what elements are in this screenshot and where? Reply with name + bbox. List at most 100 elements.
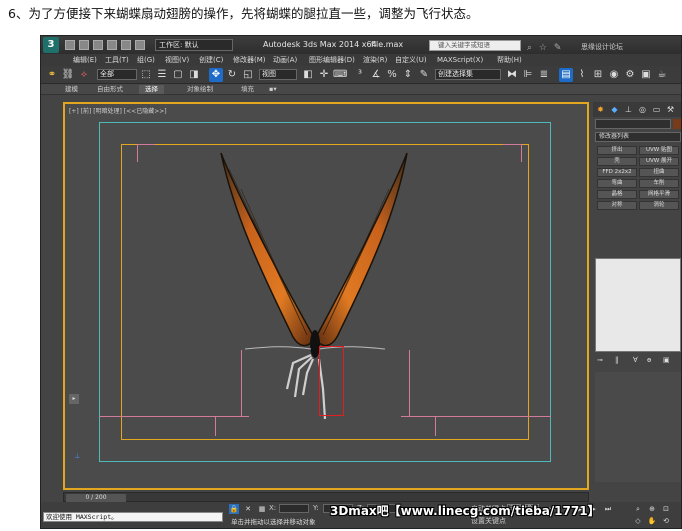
app-logo-icon[interactable]: 3 <box>43 37 59 53</box>
modifier-button[interactable]: 对称 <box>597 201 637 210</box>
manipulate-icon[interactable]: ✛ <box>317 68 331 82</box>
menu-modifiers[interactable]: 修改器(M) <box>233 54 266 66</box>
object-name-field[interactable] <box>595 119 671 129</box>
menu-group[interactable]: 组(G) <box>137 54 155 66</box>
select-move-icon[interactable]: ✥ <box>209 68 223 82</box>
ribbon-options-icon[interactable]: ▪▾ <box>263 85 283 94</box>
tab-modeling[interactable]: 建模 <box>59 85 84 94</box>
edit-named-sel-icon[interactable]: ✎ <box>417 68 431 82</box>
viewport-label[interactable]: [+] [前] [明暗处理] [<<已隐藏>>] <box>69 106 167 115</box>
modifier-button[interactable]: 挤出 <box>597 146 637 155</box>
orbit-icon[interactable]: ⟲ <box>661 516 671 526</box>
modifier-button[interactable]: 涡轮 <box>639 201 679 210</box>
snaps-toggle-icon[interactable]: ³ <box>353 68 367 82</box>
go-to-end-icon[interactable]: ⏭ <box>603 504 613 514</box>
project-folder-icon[interactable] <box>135 40 145 50</box>
select-by-name-icon[interactable]: ☰ <box>155 68 169 82</box>
lock-selection-icon[interactable]: 🔒 <box>229 504 239 514</box>
select-scale-icon[interactable]: ◱ <box>241 68 255 82</box>
pan-icon[interactable]: ✋ <box>647 516 657 526</box>
motion-tab-icon[interactable]: ◎ <box>637 104 648 115</box>
workspace-select[interactable]: 工作区: 默认 <box>155 39 233 51</box>
rendered-frame-icon[interactable]: ▣ <box>639 68 653 82</box>
isolate-icon[interactable]: ✕ <box>243 504 253 514</box>
rect-selection-icon[interactable]: ▢ <box>171 68 185 82</box>
layer-manager-icon[interactable]: ≣ <box>537 68 551 82</box>
ribbon-toggle-icon[interactable]: ▤ <box>559 68 573 82</box>
tab-populate[interactable]: 填充 <box>235 85 260 94</box>
mirror-icon[interactable]: ⧓ <box>505 68 519 82</box>
save-file-icon[interactable] <box>93 40 103 50</box>
keyboard-shortcut-icon[interactable]: ⌨ <box>333 68 347 82</box>
modifier-stack-view[interactable] <box>595 258 681 352</box>
menu-rendering[interactable]: 渲染(R) <box>363 54 387 66</box>
bind-spacewarp-icon[interactable]: ⟡ <box>77 68 91 82</box>
modifier-button[interactable]: UVW 展开 <box>639 157 679 166</box>
modifier-button[interactable]: 车削 <box>639 179 679 188</box>
window-crossing-icon[interactable]: ◨ <box>187 68 201 82</box>
maxscript-listener[interactable]: 欢迎使用 MAXScript。 <box>43 512 223 522</box>
menu-graph-editors[interactable]: 图形编辑器(D) <box>309 54 355 66</box>
material-editor-icon[interactable]: ◉ <box>607 68 621 82</box>
modifier-button[interactable]: 网格平滑 <box>639 190 679 199</box>
time-slider-track[interactable]: 0 / 200 <box>63 492 589 502</box>
modifier-button[interactable]: 晶格 <box>597 190 637 199</box>
front-viewport[interactable]: [+] [前] [明暗处理] [<<已隐藏>>] ▸ ⟂ <box>63 102 589 490</box>
modifier-button[interactable]: FFD 2x2x2 <box>597 168 637 177</box>
hierarchy-tab-icon[interactable]: ⊥ <box>623 104 634 115</box>
selected-leg-highlight[interactable] <box>319 346 344 416</box>
modifier-button[interactable]: 弯曲 <box>597 179 637 188</box>
menu-help[interactable]: 帮助(H) <box>497 54 522 66</box>
menu-maxscript[interactable]: MAXScript(X) <box>437 54 483 66</box>
render-setup-icon[interactable]: ⚙ <box>623 68 637 82</box>
menu-views[interactable]: 视图(V) <box>165 54 189 66</box>
new-file-icon[interactable] <box>65 40 75 50</box>
object-color-swatch[interactable] <box>673 119 681 129</box>
butterfly-model[interactable] <box>215 149 415 429</box>
pivot-center-icon[interactable]: ◧ <box>301 68 315 82</box>
menu-customize[interactable]: 自定义(U) <box>395 54 427 66</box>
show-end-result-icon[interactable]: ‖ <box>615 356 619 364</box>
select-rotate-icon[interactable]: ↻ <box>225 68 239 82</box>
angle-snap-icon[interactable]: ∡ <box>369 68 383 82</box>
configure-sets-icon[interactable]: ▣ <box>663 356 670 364</box>
selection-filter-select[interactable]: 全部 <box>97 69 137 80</box>
modifier-button[interactable]: 壳 <box>597 157 637 166</box>
menu-tools[interactable]: 工具(T) <box>105 54 129 66</box>
create-tab-icon[interactable]: ✸ <box>595 104 606 115</box>
link-icon[interactable]: ⚭ <box>45 68 59 82</box>
tab-object-paint[interactable]: 对象绘制 <box>181 85 219 94</box>
align-icon[interactable]: ⊫ <box>521 68 535 82</box>
viewport-nav-icon[interactable]: ▸ <box>69 394 79 404</box>
fov-icon[interactable]: ◇ <box>633 516 643 526</box>
utilities-tab-icon[interactable]: ⚒ <box>665 104 676 115</box>
menu-edit[interactable]: 编辑(E) <box>73 54 97 66</box>
pin-stack-icon[interactable]: ⊸ <box>597 356 603 364</box>
tab-selection[interactable]: 选择 <box>139 85 164 94</box>
unlink-icon[interactable]: ⛓ <box>61 68 75 82</box>
menu-create[interactable]: 创建(C) <box>199 54 223 66</box>
make-unique-icon[interactable]: ∀ <box>633 356 638 364</box>
select-object-icon[interactable]: ⬚ <box>139 68 153 82</box>
menu-animation[interactable]: 动画(A) <box>273 54 297 66</box>
schematic-view-icon[interactable]: ⊞ <box>591 68 605 82</box>
x-coord-field[interactable] <box>279 504 309 513</box>
zoom-icon[interactable]: ⌕ <box>633 504 643 514</box>
modifier-list-select[interactable]: 修改器列表 <box>595 132 681 142</box>
modify-tab-icon[interactable]: ◆ <box>609 104 620 115</box>
modifier-button[interactable]: 扭曲 <box>639 168 679 177</box>
redo-icon[interactable] <box>121 40 131 50</box>
undo-icon[interactable] <box>107 40 117 50</box>
modifier-button[interactable]: UVW 贴图 <box>639 146 679 155</box>
zoom-extents-icon[interactable]: ⊡ <box>661 504 671 514</box>
display-tab-icon[interactable]: ▭ <box>651 104 662 115</box>
named-selection-select[interactable]: 创建选择集 <box>435 69 501 80</box>
remove-modifier-icon[interactable]: ɵ <box>647 356 651 364</box>
spinner-snap-icon[interactable]: ⇕ <box>401 68 415 82</box>
tab-freeform[interactable]: 自由形式 <box>91 85 129 94</box>
search-input[interactable]: 键入关键字或短语 <box>429 40 521 51</box>
absolute-mode-icon[interactable]: ▦ <box>257 504 267 514</box>
curve-editor-icon[interactable]: ⌇ <box>575 68 589 82</box>
render-production-icon[interactable]: ☕ <box>655 68 669 82</box>
time-slider[interactable]: 0 / 200 <box>66 494 126 502</box>
